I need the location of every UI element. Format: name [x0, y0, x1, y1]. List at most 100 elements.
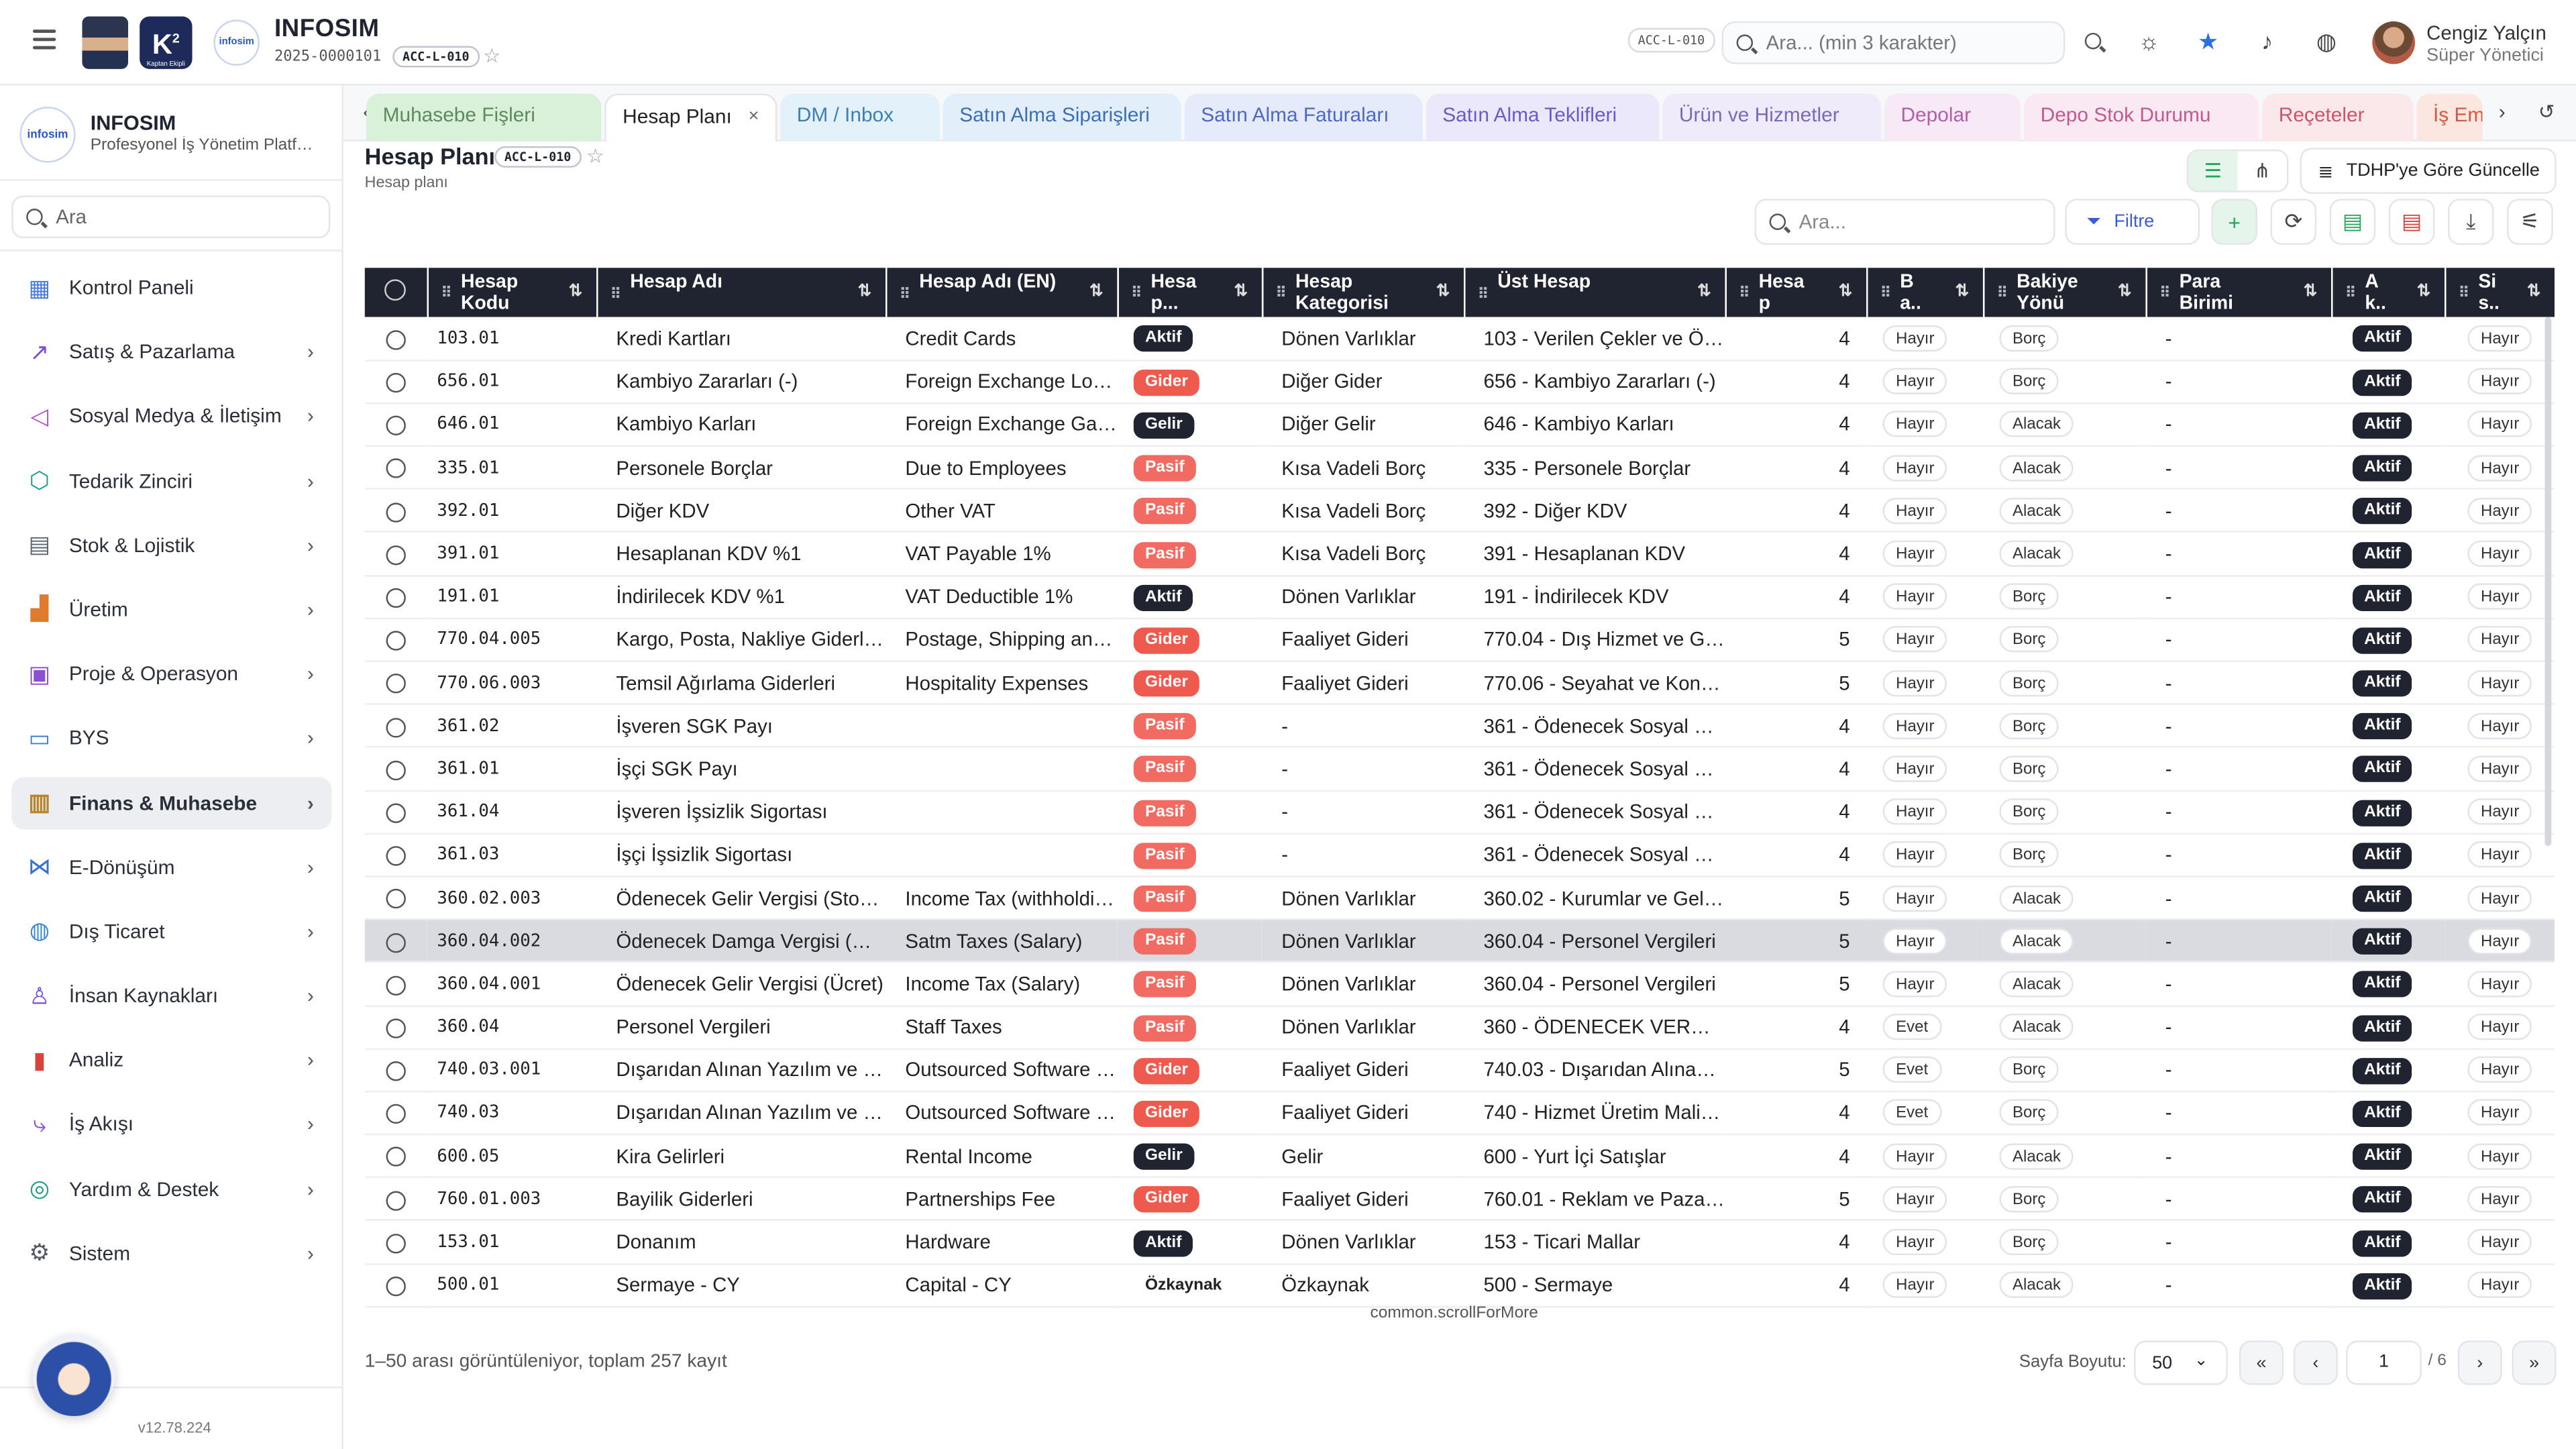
- table-row[interactable]: 361.02 İşveren SGK Payı Pasif - 361 - Ödenec…: [364, 704, 2555, 749]
- bell-icon[interactable]: ♪: [2254, 28, 2280, 54]
- table-row[interactable]: 361.04 İşveren İşsizlik Sigortası Pasif - 36…: [364, 790, 2555, 835]
- column-header[interactable]: ⠿ Para Birimi ⇅: [2145, 268, 2332, 317]
- row-select-radio[interactable]: [386, 1233, 406, 1254]
- row-select-radio[interactable]: [386, 329, 406, 350]
- drag-handle-icon[interactable]: ⠿: [2459, 282, 2469, 304]
- table-row[interactable]: 740.03.001 Dışarıdan Alınan Yazılım ve Bi…: [364, 1048, 2555, 1093]
- globe-icon[interactable]: ◍: [2313, 28, 2339, 54]
- last-page-button[interactable]: »: [2512, 1340, 2557, 1385]
- table-row[interactable]: 770.06.003 Temsil Ağırlama Giderleri Hospi…: [364, 661, 2555, 706]
- tab[interactable]: Reçeteler: [2262, 93, 2414, 142]
- prev-page-button[interactable]: ‹: [2293, 1340, 2338, 1385]
- star-filled-icon[interactable]: ★: [2195, 28, 2221, 54]
- sort-icon[interactable]: ⇅: [2304, 281, 2318, 303]
- drag-handle-icon[interactable]: ⠿: [2159, 282, 2170, 304]
- row-select-radio[interactable]: [386, 1104, 406, 1124]
- tabs-next-icon[interactable]: ›: [2499, 100, 2506, 123]
- table-row[interactable]: 760.01.003 Bayilik Giderleri Partnerships …: [364, 1177, 2555, 1222]
- user-avatar[interactable]: [2372, 21, 2416, 64]
- row-select-radio[interactable]: [386, 846, 406, 867]
- refresh-icon[interactable]: ⟳: [2270, 199, 2317, 245]
- sidebar-item[interactable]: ◎ Yardım & Destek ›: [11, 1163, 332, 1215]
- sidebar-item[interactable]: ◍ Dış Ticaret ›: [11, 905, 332, 957]
- drag-handle-icon[interactable]: ⠿: [900, 282, 910, 305]
- sidebar-item[interactable]: ◁ Sosyal Medya & İletişim ›: [11, 390, 332, 442]
- tab[interactable]: DM / Inbox: [780, 93, 940, 142]
- row-select-radio[interactable]: [386, 803, 406, 823]
- column-header[interactable]: ⠿ Ak.. ⇅: [2331, 268, 2446, 317]
- table-row[interactable]: 360.02.003 Ödenecek Gelir Vergisi (Stopaj…: [364, 876, 2555, 920]
- table-row[interactable]: 360.04.001 Ödenecek Gelir Vergisi (Ücret)…: [364, 962, 2555, 1007]
- select-all-radio[interactable]: [364, 268, 428, 317]
- drag-handle-icon[interactable]: ⠿: [1276, 282, 1287, 304]
- row-select-radio[interactable]: [386, 502, 406, 522]
- table-row[interactable]: 770.04.005 Kargo, Posta, Nakliye Giderler…: [364, 618, 2555, 662]
- table-row[interactable]: 360.04.002 Ödenecek Damga Vergisi (Ücret)…: [364, 919, 2555, 963]
- sidebar-item[interactable]: ▣ Proje & Operasyon ›: [11, 647, 332, 700]
- tab[interactable]: Hesap Planı ×: [604, 93, 777, 142]
- column-header[interactable]: ⠿ Bakiye Yönü ⇅: [1982, 268, 2147, 317]
- sidebar-item[interactable]: ⤷ İş Akışı ›: [11, 1098, 332, 1150]
- row-select-radio[interactable]: [386, 1147, 406, 1167]
- menu-icon[interactable]: [32, 30, 56, 50]
- sidebar-item[interactable]: ▤ Stok & Lojistik ›: [11, 519, 332, 571]
- column-header[interactable]: ⠿ Hesa p... ⇅: [1117, 268, 1263, 317]
- sort-icon[interactable]: ⇅: [1089, 281, 1104, 304]
- row-select-radio[interactable]: [386, 373, 406, 393]
- sort-icon[interactable]: ⇅: [2417, 281, 2431, 303]
- table-row[interactable]: 500.01 Sermaye - CY Capital - CY Özkaynak Öz…: [364, 1263, 2555, 1307]
- column-header[interactable]: ⠿ Hesap Adı ⇅: [596, 268, 887, 317]
- row-select-radio[interactable]: [386, 459, 406, 479]
- table-row[interactable]: 360.04 Personel Vergileri Staff Taxes Pasif…: [364, 1005, 2555, 1050]
- row-select-radio[interactable]: [386, 932, 406, 953]
- sidebar-item[interactable]: ↗ Satış & Pazarlama ›: [11, 325, 332, 378]
- drag-handle-icon[interactable]: ⠿: [1739, 282, 1750, 304]
- sidebar-item[interactable]: ▦ Kontrol Paneli: [11, 261, 332, 313]
- filter-button[interactable]: ⏷ Filtre: [2065, 199, 2200, 245]
- sort-icon[interactable]: ⇅: [2118, 281, 2132, 303]
- tab[interactable]: Muhasebe Fişleri: [366, 93, 602, 142]
- first-page-button[interactable]: «: [2239, 1340, 2284, 1385]
- tdhp-update-button[interactable]: ≣ TDHP'ye Göre Güncelle: [2300, 148, 2557, 194]
- current-page-input[interactable]: 1: [2346, 1340, 2422, 1385]
- tab[interactable]: Depo Stok Durumu: [2024, 93, 2259, 142]
- column-header[interactable]: ⠿ Üst Hesap ⇅: [1464, 268, 1726, 317]
- row-select-radio[interactable]: [386, 1061, 406, 1081]
- download-icon[interactable]: ⤓: [2448, 199, 2494, 245]
- tab[interactable]: Satın Alma Teklifleri: [1426, 93, 1660, 142]
- tree-view-icon[interactable]: ⋔: [2238, 151, 2287, 191]
- page-size-select[interactable]: 50 ⌄: [2134, 1340, 2228, 1385]
- tab[interactable]: İş Emirleri: [2416, 93, 2483, 142]
- excel-icon[interactable]: ▤: [2329, 199, 2376, 245]
- sidebar-item[interactable]: ▥ Finans & Muhasebe ›: [11, 776, 332, 829]
- table-row[interactable]: 391.01 Hesaplanan KDV %1 VAT Payable 1% Pas…: [364, 532, 2555, 576]
- column-header[interactable]: ⠿ Hesap Adı (EN) ⇅: [885, 268, 1118, 317]
- favorite-star-icon[interactable]: ☆: [483, 44, 500, 67]
- sort-icon[interactable]: ⇅: [858, 281, 872, 304]
- sort-icon[interactable]: ⇅: [1839, 281, 1853, 303]
- sort-icon[interactable]: ⇅: [1436, 281, 1450, 303]
- table-row[interactable]: 103.01 Kredi Kartları Credit Cards Aktif Dön…: [364, 317, 2555, 362]
- row-select-radio[interactable]: [386, 1018, 406, 1038]
- sidebar-item[interactable]: ▮ Analiz ›: [11, 1034, 332, 1086]
- sidebar-item[interactable]: ⬡ Tedarik Zinciri ›: [11, 454, 332, 506]
- tab[interactable]: Ürün ve Hizmetler: [1662, 93, 1882, 142]
- history-icon[interactable]: ↺: [2538, 100, 2555, 123]
- global-search-input[interactable]: Ara... (min 3 karakter): [1721, 21, 2065, 64]
- tab[interactable]: Satın Alma Faturaları: [1184, 93, 1423, 142]
- row-select-radio[interactable]: [386, 1190, 406, 1211]
- row-select-radio[interactable]: [386, 588, 406, 608]
- next-page-button[interactable]: ›: [2457, 1340, 2502, 1385]
- pdf-icon[interactable]: ▤: [2388, 199, 2435, 245]
- sidebar-item[interactable]: ▟ Üretim ›: [11, 583, 332, 635]
- table-row[interactable]: 191.01 İndirilecek KDV %1 VAT Deductible 1…: [364, 575, 2555, 619]
- row-select-radio[interactable]: [386, 1276, 406, 1297]
- table-row[interactable]: 361.03 İşçi İşsizlik Sigortası Pasif - 361 -…: [364, 833, 2555, 877]
- vertical-scrollbar[interactable]: [2544, 317, 2552, 847]
- close-icon[interactable]: ×: [749, 95, 759, 138]
- bug-icon[interactable]: ☼: [2136, 28, 2162, 54]
- drag-handle-icon[interactable]: ⠿: [441, 282, 452, 304]
- row-select-radio[interactable]: [386, 545, 406, 566]
- column-header[interactable]: ⠿ Si s.. ⇅: [2445, 268, 2555, 317]
- favorite-star-icon[interactable]: ☆: [586, 145, 604, 168]
